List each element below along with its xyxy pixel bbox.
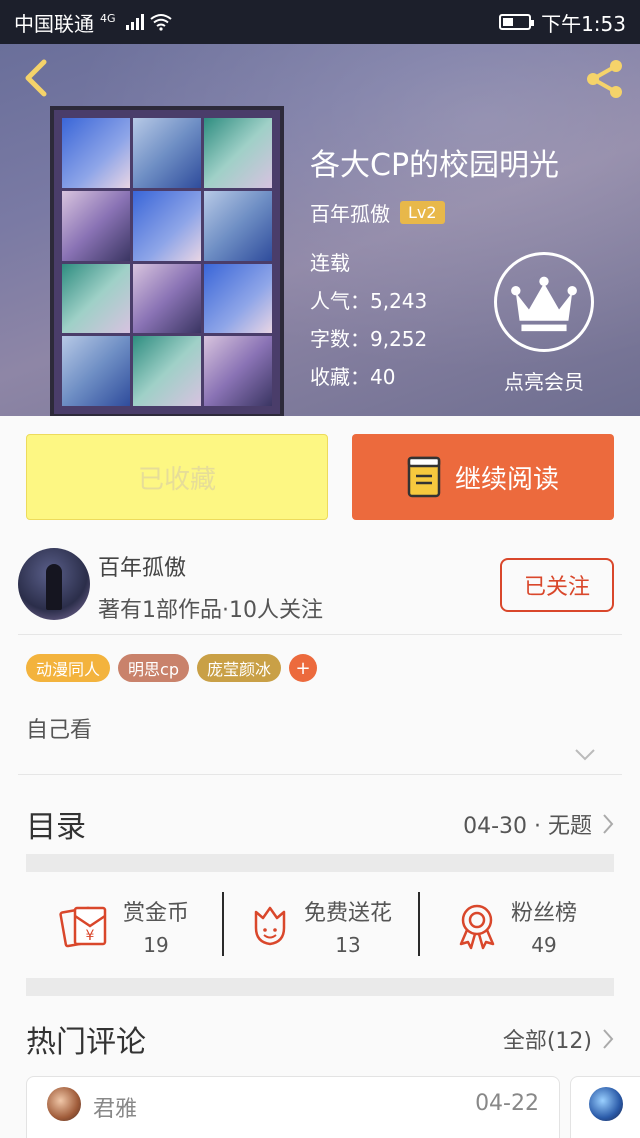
book-title: 各大CP的校园明光 (310, 148, 560, 183)
fan-rank-icon (459, 904, 495, 950)
comment-date: 04-22 (475, 1091, 539, 1116)
all-comments-label: 全部(12) (502, 1029, 592, 1054)
status-right: 下午1:53 (499, 8, 626, 37)
book-header: 各大CP的校园明光 百年孤傲 Lv2 连载 人气：5,243 字数：9,252 … (0, 44, 640, 416)
book-description: 自己看 (26, 718, 93, 743)
catalog-heading: 目录 (26, 810, 86, 845)
commenter-avatar[interactable] (589, 1087, 623, 1121)
book-author[interactable]: 百年孤傲 (310, 198, 390, 227)
stat-label: 粉丝榜 (510, 901, 577, 926)
word-count: 字数：9,252 (310, 327, 428, 351)
book-detail: 已收藏 继续阅读 百年孤傲 著有1部作品·10人关注 已关注 动漫同人 明思cp… (0, 416, 640, 1138)
chevron-down-icon[interactable] (574, 748, 596, 762)
signal-icon (125, 14, 144, 30)
stat-label: 赏金币 (122, 901, 189, 926)
crown-icon[interactable] (494, 252, 594, 352)
chevron-right-icon (603, 1029, 614, 1049)
status-bar: 中国联通 4G 下午1:53 (0, 0, 640, 44)
continue-reading-label: 继续阅读 (454, 464, 559, 495)
stat-reward[interactable]: ¥ 赏金币 19 (26, 888, 222, 964)
battery-icon (499, 14, 535, 30)
stat-flower[interactable]: 免费送花 13 (222, 888, 418, 964)
vip-label[interactable]: 点亮会员 (490, 366, 598, 395)
divider (18, 634, 622, 635)
book-author-row: 百年孤傲 Lv2 (310, 198, 445, 227)
all-comments-link[interactable]: 全部(12) (503, 1023, 614, 1055)
stats-row: ¥ 赏金币 19 免费送花 13 粉丝榜 49 (26, 888, 614, 964)
comment-card[interactable] (570, 1076, 640, 1138)
stat-label: 免费送花 (303, 901, 392, 926)
level-badge: Lv2 (400, 201, 445, 224)
hot-comments-heading: 热门评论 (26, 1025, 146, 1060)
hot-comments-header: 热门评论 全部(12) (26, 1012, 614, 1066)
divider (18, 774, 622, 775)
carrier-name: 中国联通 (14, 11, 94, 36)
popularity: 人气：5,243 (310, 289, 428, 313)
catalog-latest: 04-30 · 无题 (463, 808, 614, 840)
flower-icon (254, 906, 286, 946)
book-cover[interactable] (50, 106, 284, 416)
commenter-avatar[interactable] (47, 1087, 81, 1121)
collected-button[interactable]: 已收藏 (26, 434, 328, 520)
svg-text:¥: ¥ (86, 928, 95, 944)
stat-value: 19 (143, 933, 169, 957)
carrier-area: 中国联通 4G (14, 8, 499, 37)
continue-reading-button[interactable]: 继续阅读 (352, 434, 614, 520)
favorites-count: 收藏：40 (310, 365, 396, 389)
tag[interactable]: 明思cp (118, 654, 189, 682)
share-icon[interactable] (582, 56, 628, 102)
clock: 下午1:53 (541, 11, 626, 36)
section-separator (26, 978, 614, 996)
comment-card[interactable]: 君雅 04-22 (26, 1076, 560, 1138)
section-separator (26, 854, 614, 872)
stat-value: 49 (531, 933, 557, 957)
author-info: 著有1部作品·10人关注 (98, 598, 323, 623)
add-tag-button[interactable]: + (289, 654, 317, 682)
tag[interactable]: 动漫同人 (26, 654, 111, 682)
stat-value: 13 (335, 933, 361, 957)
avatar[interactable] (18, 548, 90, 620)
wifi-icon (149, 14, 172, 31)
serial-status: 连载 (310, 251, 350, 275)
tag-list: 动漫同人 明思cp 庞莹颜冰 + (26, 654, 317, 682)
author-profile: 百年孤傲 著有1部作品·10人关注 已关注 (0, 540, 640, 632)
book-icon (407, 456, 441, 498)
tag[interactable]: 庞莹颜冰 (196, 654, 281, 682)
follow-button[interactable]: 已关注 (500, 558, 614, 612)
back-arrow-icon[interactable] (18, 58, 54, 98)
reward-coin-icon: ¥ (59, 906, 107, 948)
author-name[interactable]: 百年孤傲 (98, 550, 186, 582)
latest-chapter: 04-30 · 无题 (463, 814, 592, 839)
network-type: 4G (100, 11, 116, 25)
chevron-right-icon (603, 814, 614, 834)
catalog-row[interactable]: 目录 04-30 · 无题 (26, 794, 614, 854)
book-meta: 连载 人气：5,243 字数：9,252 收藏：40 (310, 244, 427, 396)
stat-fans[interactable]: 粉丝榜 49 (418, 888, 614, 964)
commenter-name: 君雅 (93, 1097, 138, 1122)
